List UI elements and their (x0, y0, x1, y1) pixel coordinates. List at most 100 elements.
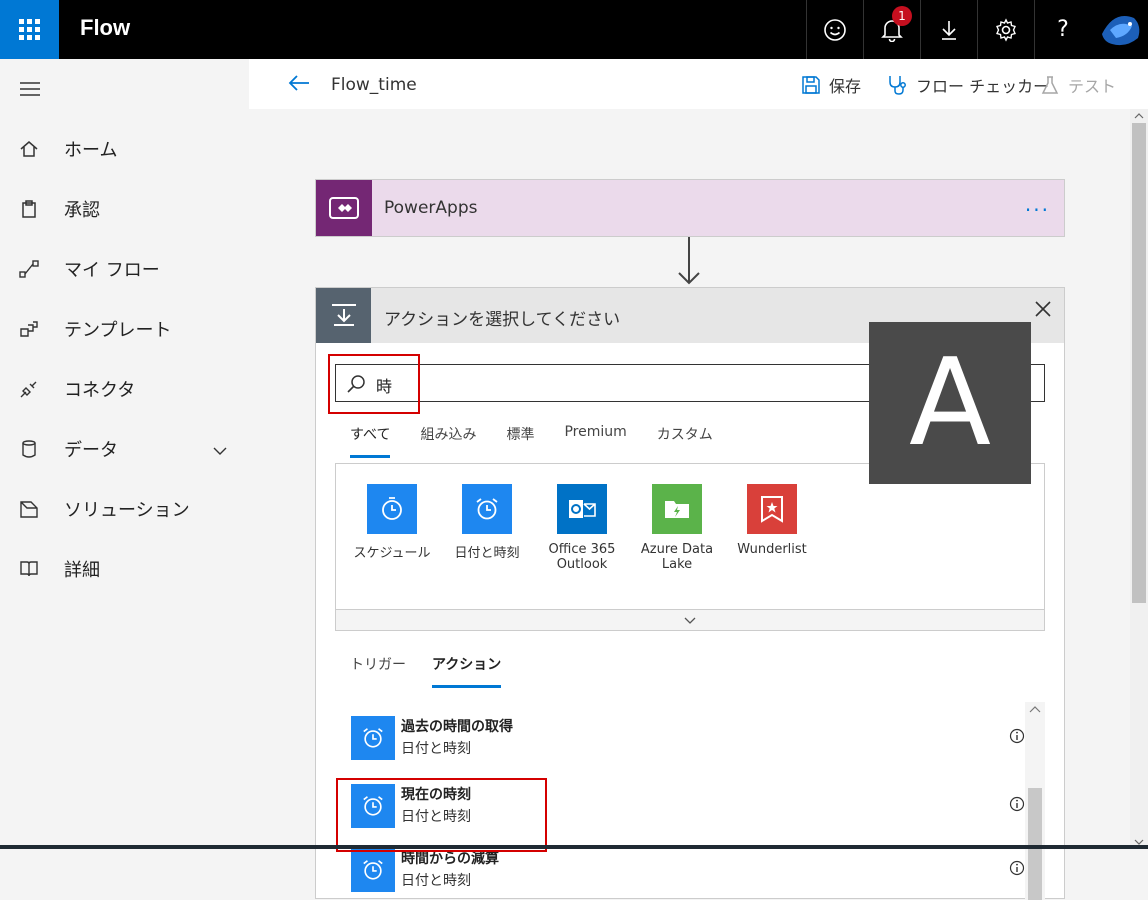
app-title[interactable]: Flow (80, 15, 130, 41)
nav-item-label: ホーム (64, 140, 118, 161)
feedback-button[interactable] (806, 0, 863, 59)
action-item[interactable]: 過去の時間の取得 日付と時刻 (335, 702, 1025, 768)
taskbar-edge (0, 845, 1148, 849)
expand-connectors-button[interactable] (335, 609, 1045, 631)
top-bar: Flow 1 ? (0, 0, 1148, 59)
powerapps-icon (316, 180, 372, 236)
connector-label: Azure Data (640, 542, 714, 557)
nav-item-solutions[interactable]: ソリューション (0, 487, 249, 531)
solution-icon (18, 498, 40, 520)
hamburger-menu-button[interactable] (20, 81, 40, 100)
back-button[interactable] (287, 73, 311, 97)
connector-label: Office 365 (548, 542, 616, 557)
nav-item-approvals[interactable]: 承認 (0, 187, 249, 231)
alarm-clock-icon (351, 716, 395, 760)
actions-scrollbar[interactable] (1025, 702, 1045, 900)
scrollbar-thumb[interactable] (1028, 788, 1042, 900)
info-icon[interactable] (1009, 796, 1025, 816)
action-icon (316, 288, 371, 343)
nav-item-label: 承認 (64, 200, 100, 221)
close-icon (1035, 301, 1051, 317)
flow-name[interactable]: Flow_time (331, 75, 417, 95)
nav-item-learn-more[interactable]: 詳細 (0, 547, 249, 591)
test-label: テスト (1068, 77, 1117, 96)
flow-checker-button[interactable]: フロー チェッカー (886, 73, 1049, 97)
tab-all[interactable]: すべて (350, 424, 391, 458)
tab-premium[interactable]: Premium (564, 424, 626, 458)
gear-icon (996, 17, 1016, 42)
outlook-icon (557, 484, 607, 534)
tab-custom[interactable]: カスタム (657, 424, 713, 458)
nav-item-data[interactable]: データ (0, 427, 249, 471)
powerapps-card-title: PowerApps (384, 198, 478, 218)
plug-icon (18, 378, 40, 400)
connector-grid: スケジュール 日付と時刻 Office 365 Outlook Azure Da… (335, 463, 1045, 609)
more-options-button[interactable]: ··· (1025, 198, 1050, 222)
alarm-clock-icon (351, 848, 395, 892)
nav-item-connectors[interactable]: コネクタ (0, 367, 249, 411)
nav-item-label: マイ フロー (64, 260, 160, 281)
nav-item-label: 詳細 (64, 560, 100, 581)
save-label: 保存 (829, 77, 862, 96)
notification-badge: 1 (892, 6, 912, 26)
connector-date-time[interactable]: 日付と時刻 (439, 484, 535, 561)
connector-label: Wunderlist (737, 542, 807, 557)
help-icon: ? (1057, 17, 1069, 42)
flask-icon (1041, 76, 1059, 94)
test-button[interactable]: テスト (1040, 73, 1116, 97)
download-icon (942, 20, 956, 40)
user-avatar[interactable] (1091, 0, 1148, 59)
folder-bolt-icon (652, 484, 702, 534)
back-arrow-icon (288, 75, 309, 91)
database-icon (18, 438, 40, 460)
nav-item-my-flows[interactable]: マイ フロー (0, 247, 249, 291)
search-highlight-box (328, 354, 420, 414)
annotation-label-a: A (869, 322, 1031, 484)
download-button[interactable] (920, 0, 977, 59)
nav-item-label: データ (64, 440, 118, 461)
connector-arrow (678, 237, 700, 291)
choose-action-title: アクションを選択してください (384, 310, 621, 330)
connector-label: 日付と時刻 (454, 546, 520, 561)
tab-triggers[interactable]: トリガー (350, 654, 406, 688)
connector-wunderlist[interactable]: Wunderlist (724, 484, 820, 557)
nav-item-label: コネクタ (64, 380, 136, 401)
nav-item-home[interactable]: ホーム (0, 127, 249, 171)
stethoscope-icon (889, 76, 906, 95)
flow-icon (18, 258, 40, 280)
connector-label: スケジュール (353, 546, 431, 561)
powerapps-trigger-card[interactable]: PowerApps ··· (315, 179, 1065, 237)
info-icon[interactable] (1009, 860, 1025, 880)
info-icon[interactable] (1009, 728, 1025, 748)
nav-item-templates[interactable]: テンプレート (0, 307, 249, 351)
notifications-button[interactable]: 1 (863, 0, 920, 59)
connector-office365-outlook[interactable]: Office 365 Outlook (534, 484, 630, 572)
scroll-up-icon[interactable] (1130, 109, 1148, 123)
action-name: 過去の時間の取得 (401, 719, 513, 735)
nav-item-label: ソリューション (64, 500, 190, 521)
help-button[interactable]: ? (1034, 0, 1091, 59)
action-connector: 日付と時刻 (401, 873, 471, 889)
tab-actions[interactable]: アクション (432, 654, 502, 688)
tab-standard[interactable]: 標準 (506, 424, 534, 458)
connector-schedule[interactable]: スケジュール (344, 484, 440, 561)
book-icon (18, 558, 40, 580)
close-button[interactable] (1034, 300, 1052, 322)
settings-button[interactable] (977, 0, 1034, 59)
hamburger-icon (20, 82, 40, 96)
scrollbar-thumb[interactable] (1132, 123, 1146, 603)
page-scrollbar[interactable] (1130, 109, 1148, 849)
chevron-down-icon (684, 617, 696, 624)
current-time-highlight-box (336, 778, 547, 852)
chevron-up-icon (1029, 706, 1041, 713)
connector-azure-data-lake[interactable]: Azure Data Lake (629, 484, 725, 572)
left-nav: ホーム 承認 マイ フロー テンプレート コネクタ データ ソリューション 詳細 (0, 59, 249, 849)
connector-label-2: Outlook (556, 557, 608, 572)
alarm-clock-icon (462, 484, 512, 534)
chevron-down-icon[interactable] (213, 440, 227, 459)
connector-category-tabs: すべて 組み込み 標準 Premium カスタム (350, 424, 743, 458)
save-button[interactable]: 保存 (801, 73, 861, 97)
smiley-icon (824, 18, 846, 41)
app-launcher-button[interactable] (0, 0, 59, 59)
tab-builtin[interactable]: 組み込み (420, 424, 476, 458)
